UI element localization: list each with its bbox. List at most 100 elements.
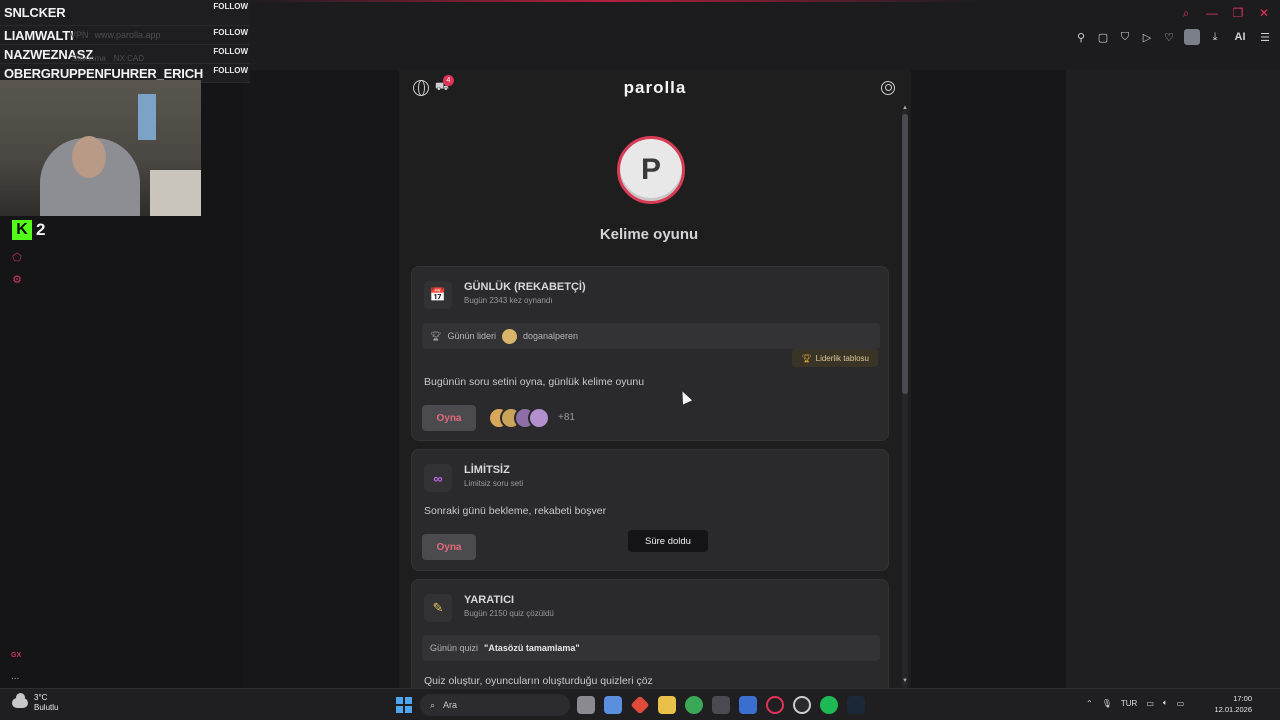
quiz-name: "Atasözü tamamlama": [484, 643, 580, 653]
date: 12.01.2026: [1214, 705, 1252, 714]
user-account-icon[interactable]: [881, 81, 895, 95]
spotify-icon[interactable]: [820, 696, 838, 714]
settings-icon[interactable]: ⚙: [10, 273, 24, 287]
follow-button[interactable]: FOLLOW: [213, 2, 248, 11]
pin-icon[interactable]: ⚲: [1074, 31, 1088, 44]
heart-icon[interactable]: ♡: [1162, 31, 1176, 44]
play-icon[interactable]: ▷: [1140, 31, 1154, 44]
taskbar-apps: [577, 695, 865, 715]
git-icon[interactable]: [630, 695, 650, 715]
game-logo: P: [617, 136, 685, 204]
chrome-icon[interactable]: [685, 696, 703, 714]
leaderboard-button[interactable]: 🏆︎ Liderlik tablosu: [792, 349, 878, 367]
pencil-icon: ✎: [424, 594, 452, 622]
card-title: LİMİTSİZ: [464, 464, 510, 476]
close-icon[interactable]: ✕: [1256, 6, 1272, 21]
system-tray: ⌃ 🎙︎ TUR ▭ 🔈︎ ▭: [1086, 698, 1184, 708]
chat-icon[interactable]: ⬠: [10, 251, 24, 265]
leader-name[interactable]: doganalperen: [523, 331, 578, 341]
daily-mode-card: 📅 GÜNLÜK (REKABETÇİ) Bugün 2343 kez oyna…: [411, 266, 889, 441]
brand-title[interactable]: parolla: [399, 78, 911, 98]
shield-icon[interactable]: ⛉: [1118, 31, 1132, 44]
microphone-icon[interactable]: 🎙︎: [1102, 699, 1112, 708]
webcam-head: [72, 136, 106, 178]
download-icon[interactable]: ⤓: [1208, 31, 1222, 44]
mail-icon[interactable]: [739, 696, 757, 714]
search-icon[interactable]: ⌕: [1178, 6, 1194, 21]
time: 17:00: [1233, 694, 1252, 703]
card-subtitle: Bugün 2343 kez oynandı: [464, 296, 553, 305]
follower-name: OBERGRUPPENFUHRER_ERICH: [4, 65, 204, 81]
store-icon[interactable]: [712, 696, 730, 714]
webcam-sofa: [150, 170, 201, 216]
unlimited-play-button[interactable]: Oyna: [422, 534, 476, 560]
kick-logo-icon: K: [12, 220, 32, 240]
file-explorer-icon[interactable]: [658, 696, 676, 714]
restore-icon[interactable]: ❐: [1230, 6, 1246, 21]
avatar: [501, 328, 517, 344]
minimize-icon[interactable]: —: [1204, 6, 1220, 21]
battery-icon[interactable]: ▭: [1177, 699, 1185, 708]
unlimited-mode-card: ∞ LİMİTSİZ Limitsiz soru seti Sonraki gü…: [411, 449, 889, 571]
quiz-label: Günün quizi: [430, 643, 479, 653]
calendar-icon: 📅: [424, 281, 452, 309]
viewer-badge: K 2: [12, 220, 45, 240]
daily-leader-strip: 🏆︎ Günün lideri doganalperen: [422, 323, 880, 349]
steam-icon[interactable]: [847, 696, 865, 714]
ai-button[interactable]: AI: [1230, 31, 1250, 43]
leader-label: Günün lideri: [447, 331, 496, 341]
infinity-icon: ∞: [424, 464, 452, 492]
parolla-app: ⛟ 4 parolla P Kelime oyunu 📅 GÜNLÜK (REK…: [399, 70, 911, 688]
card-subtitle: Bugün 2150 quiz çözüldü: [464, 609, 554, 618]
card-description: Bugünün soru setini oyna, günlük kelime …: [424, 376, 645, 388]
scrollbar-thumb[interactable]: [902, 114, 908, 394]
follow-button[interactable]: FOLLOW: [213, 47, 248, 56]
daily-play-button[interactable]: Oyna: [422, 405, 476, 431]
taskbar-search[interactable]: ⌕ Ara: [420, 694, 570, 716]
time-up-toast: Süre doldu: [628, 530, 708, 552]
gx-label: GX: [11, 652, 22, 659]
more-icon[interactable]: ...: [11, 671, 19, 682]
card-subtitle: Limitsiz soru seti: [464, 479, 524, 488]
search-placeholder: Ara: [443, 700, 458, 710]
windows-start-icon[interactable]: [396, 697, 412, 713]
trophy-icon: 🏆︎: [801, 353, 812, 363]
weather-widget[interactable]: 3°C Bulutlu: [12, 693, 58, 713]
obs-icon[interactable]: [793, 696, 811, 714]
top-accent-line: [250, 0, 1280, 2]
ghost-tabs: Savunma NX CAD: [72, 54, 144, 63]
tray-chevron-icon[interactable]: ⌃: [1086, 699, 1093, 708]
scroll-down-icon[interactable]: ▼: [902, 678, 908, 684]
profile-avatar[interactable]: [1184, 29, 1200, 45]
follow-list: SNLCKER FOLLOW LIAMWALTI FOLLOW NAZWEZNA…: [0, 0, 250, 83]
more-players-count: +81: [558, 412, 575, 423]
avatar: [528, 407, 550, 429]
ghost-tab: Savunma: [72, 54, 106, 63]
card-description: Sonraki günü bekleme, rekabeti boşver: [424, 505, 607, 517]
creator-mode-card: ✎ YARATICI Bugün 2150 quiz çözüldü Günün…: [411, 579, 889, 688]
page-title: Kelime oyunu: [599, 226, 699, 243]
menu-icon[interactable]: ☰: [1258, 31, 1272, 44]
trophy-icon: 🏆︎: [430, 330, 442, 341]
copilot-icon[interactable]: [604, 696, 622, 714]
temperature: 3°C: [34, 693, 48, 702]
ghost-tab: NX CAD: [113, 54, 145, 63]
card-title: GÜNLÜK (REKABETÇİ): [464, 281, 586, 293]
webcam-feed: [0, 80, 201, 216]
language-indicator[interactable]: TUR: [1121, 699, 1137, 708]
opera-gx-icon[interactable]: [766, 696, 784, 714]
taskbar-clock[interactable]: 17:00 12.01.2026: [1210, 693, 1252, 715]
network-icon[interactable]: ▭: [1146, 699, 1154, 708]
weather-condition: Bulutlu: [34, 703, 59, 712]
ghost-url-text: www.parolla.app: [94, 30, 161, 40]
scroll-up-icon[interactable]: ▲: [902, 105, 908, 111]
follow-button[interactable]: FOLLOW: [213, 66, 248, 75]
follow-button[interactable]: FOLLOW: [213, 28, 248, 37]
volume-icon[interactable]: 🔈︎: [1163, 698, 1168, 708]
viewer-count: 2: [36, 220, 46, 239]
taskbar: 3°C Bulutlu ⌕ Ara ⌃ 🎙︎ TUR ▭ 🔈︎ ▭ 17:00 …: [0, 688, 1280, 720]
daily-quiz-strip[interactable]: Günün quizi "Atasözü tamamlama": [422, 635, 880, 661]
scrollbar[interactable]: [902, 108, 908, 688]
screenshot-icon[interactable]: ▢: [1096, 31, 1110, 44]
task-view-icon[interactable]: [577, 696, 595, 714]
